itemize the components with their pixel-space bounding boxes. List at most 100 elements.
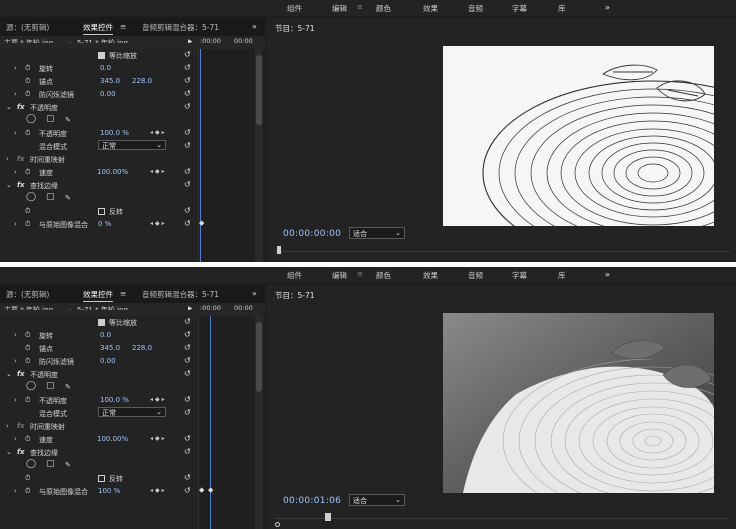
stopwatch-icon[interactable]: ⏱	[25, 357, 30, 366]
stopwatch-icon[interactable]: ⏱	[25, 331, 30, 340]
expand-chevron-icon[interactable]: ›	[14, 220, 17, 228]
pen-icon[interactable]: ✎	[65, 194, 71, 202]
menu-item-library[interactable]: 库	[558, 270, 566, 281]
stopwatch-icon[interactable]: ⏱	[25, 344, 30, 353]
stopwatch-icon[interactable]: ⏱	[25, 396, 30, 405]
keyframe-nav-icon[interactable]: ◂◆▸	[150, 435, 167, 442]
reset-icon[interactable]: ↺	[184, 89, 191, 98]
opacity-value[interactable]: 100.0 %	[100, 129, 129, 137]
reset-icon[interactable]: ↺	[184, 317, 191, 326]
reset-icon[interactable]: ↺	[184, 141, 191, 150]
reset-icon[interactable]: ↺	[184, 369, 191, 378]
expand-chevron-icon[interactable]: ›	[14, 168, 17, 176]
blend-original-value[interactable]: 0 %	[98, 220, 111, 228]
keyframe-nav-icon[interactable]: ◂◆▸	[150, 487, 167, 494]
menu-overflow-icon[interactable]: »	[605, 3, 610, 12]
expand-chevron-icon[interactable]: ›	[14, 64, 17, 72]
pen-icon[interactable]: ✎	[65, 116, 71, 124]
fx-icon[interactable]: fx	[17, 448, 25, 456]
speed-value[interactable]: 100.00%	[97, 435, 128, 443]
tab-audio-clip-mixer[interactable]: 音频剪辑混合器：5-71	[142, 289, 219, 300]
tab-overflow-icon[interactable]: »	[252, 22, 257, 31]
fx-icon[interactable]: fx	[17, 181, 25, 189]
zoom-fit-dropdown[interactable]: 适合 ⌄	[349, 494, 405, 506]
menu-item-captions[interactable]: 字幕	[512, 3, 527, 14]
expand-chevron-icon[interactable]: ⌄	[6, 448, 12, 456]
playhead-line[interactable]	[210, 316, 211, 529]
fx-icon[interactable]: fx	[17, 370, 25, 378]
keyframe-nav-icon[interactable]: ◂◆▸	[150, 396, 167, 403]
ellipse-mask-icon[interactable]: ◯	[26, 192, 36, 202]
pen-icon[interactable]: ✎	[65, 383, 71, 391]
fx-icon[interactable]: fx	[17, 155, 25, 163]
expand-chevron-icon[interactable]: ⌄	[6, 370, 12, 378]
speed-value[interactable]: 100.00%	[97, 168, 128, 176]
tab-effect-controls[interactable]: 效果控件	[83, 22, 113, 35]
expand-chevron-icon[interactable]: ›	[14, 487, 17, 495]
expand-chevron-icon[interactable]: ›	[14, 396, 17, 404]
blend-mode-dropdown[interactable]: 正常 ⌄	[98, 407, 166, 417]
anchor-y-value[interactable]: 228.0	[132, 77, 152, 85]
program-scrub-bar[interactable]	[275, 513, 730, 527]
pen-icon[interactable]: ✎	[65, 461, 71, 469]
reset-icon[interactable]: ↺	[184, 219, 191, 228]
anchor-x-value[interactable]: 345.0	[100, 77, 120, 85]
vertical-scrollbar[interactable]	[255, 49, 263, 262]
stopwatch-icon[interactable]: ⏱	[25, 220, 30, 229]
menu-item-edit[interactable]: 编辑	[332, 270, 347, 281]
keyframe-icon[interactable]: ◆	[199, 219, 204, 227]
reset-icon[interactable]: ↺	[184, 447, 191, 456]
stopwatch-icon[interactable]: ⏱	[25, 474, 30, 483]
menu-item-audio[interactable]: 音频	[468, 270, 483, 281]
stopwatch-icon[interactable]: ⏱	[25, 168, 30, 177]
keyframe-icon[interactable]: ◆	[208, 486, 213, 494]
menu-icon[interactable]: ≡	[357, 3, 363, 11]
rotation-value[interactable]: 0.0	[100, 331, 111, 339]
ellipse-mask-icon[interactable]: ◯	[26, 114, 36, 124]
rectangle-mask-icon[interactable]: ▢	[46, 459, 55, 469]
tab-source[interactable]: 源：(无剪辑)	[6, 289, 49, 300]
stopwatch-icon[interactable]: ⏱	[25, 77, 30, 86]
blend-mode-dropdown[interactable]: 正常 ⌄	[98, 140, 166, 150]
playhead-line[interactable]	[200, 49, 201, 262]
anchor-y-value[interactable]: 228.0	[132, 344, 152, 352]
panel-menu-icon[interactable]: ≡	[120, 22, 126, 31]
reset-icon[interactable]: ↺	[184, 395, 191, 404]
reset-icon[interactable]: ↺	[184, 434, 191, 443]
stopwatch-icon[interactable]: ⏱	[25, 487, 30, 496]
stopwatch-icon[interactable]: ⏱	[25, 435, 30, 444]
blend-original-value[interactable]: 100 %	[98, 487, 120, 495]
menu-item-effects[interactable]: 效果	[423, 270, 438, 281]
anchor-x-value[interactable]: 345.0	[100, 344, 120, 352]
reset-icon[interactable]: ↺	[184, 76, 191, 85]
tab-source[interactable]: 源：(无剪辑)	[6, 22, 49, 33]
invert-checkbox[interactable]	[98, 474, 105, 482]
expand-chevron-icon[interactable]: ›	[6, 155, 9, 163]
menu-item-captions[interactable]: 字幕	[512, 270, 527, 281]
expand-chevron-icon[interactable]: ›	[14, 435, 17, 443]
program-timecode[interactable]: 00:00:00:00	[283, 229, 341, 239]
rectangle-mask-icon[interactable]: ▢	[46, 114, 55, 124]
reset-icon[interactable]: ↺	[184, 180, 191, 189]
menu-item-color[interactable]: 颜色	[376, 270, 391, 281]
menu-item-components[interactable]: 组件	[287, 270, 302, 281]
stopwatch-icon[interactable]: ⏱	[25, 129, 30, 138]
menu-overflow-icon[interactable]: »	[605, 270, 610, 279]
reset-icon[interactable]: ↺	[184, 63, 191, 72]
scrollbar-thumb[interactable]	[256, 322, 262, 392]
reset-icon[interactable]: ↺	[184, 206, 191, 215]
reset-icon[interactable]: ↺	[184, 330, 191, 339]
antiflicker-value[interactable]: 0.00	[100, 90, 116, 98]
reset-icon[interactable]: ↺	[184, 408, 191, 417]
keyframe-icon[interactable]: ◆	[199, 486, 204, 494]
expand-chevron-icon[interactable]: ⌄	[6, 181, 12, 189]
menu-item-effects[interactable]: 效果	[423, 3, 438, 14]
reset-icon[interactable]: ↺	[184, 167, 191, 176]
antiflicker-value[interactable]: 0.00	[100, 357, 116, 365]
expand-chevron-icon[interactable]: ›	[6, 422, 9, 430]
reset-icon[interactable]: ↺	[184, 128, 191, 137]
program-scrub-bar[interactable]	[275, 246, 730, 256]
reset-icon[interactable]: ↺	[184, 356, 191, 365]
keyframe-nav-icon[interactable]: ◂◆▸	[150, 129, 167, 136]
playhead-handle[interactable]	[325, 513, 331, 521]
